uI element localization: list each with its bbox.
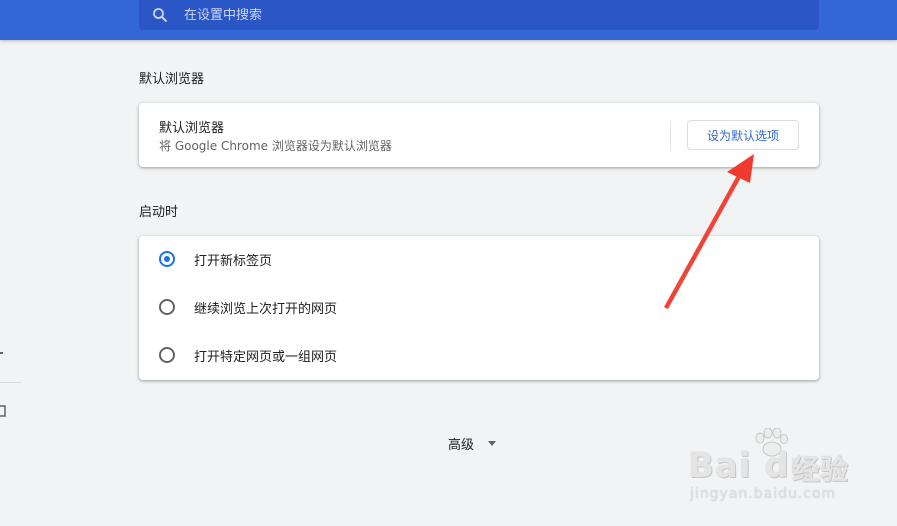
default-browser-card: 默认浏览器 将 Google Chrome 浏览器设为默认浏览器 设为默认选项 <box>139 103 819 167</box>
card-separator <box>670 121 671 151</box>
radio-button-checked[interactable] <box>159 251 175 267</box>
startup-option-specific-pages[interactable]: 打开特定网页或一组网页 <box>159 343 337 367</box>
top-bar <box>0 0 897 40</box>
default-browser-description: 将 Google Chrome 浏览器设为默认浏览器 <box>159 139 392 153</box>
radio-label: 继续浏览上次打开的网页 <box>194 301 338 317</box>
make-default-button[interactable]: 设为默认选项 <box>687 120 799 150</box>
startup-card: 打开新标签页 继续浏览上次打开的网页 打开特定网页或一组网页 <box>139 236 819 380</box>
radio-button[interactable] <box>159 299 175 315</box>
default-browser-title: 默认浏览器 <box>159 121 225 136</box>
baidu-watermark: Bai du 经验 jingyan.baidu.com <box>688 428 850 508</box>
watermark-url: jingyan.baidu.com <box>690 486 837 502</box>
startup-option-new-tab[interactable]: 打开新标签页 <box>159 247 272 271</box>
open-in-new-icon[interactable] <box>0 405 6 417</box>
startup-option-continue[interactable]: 继续浏览上次打开的网页 <box>159 295 337 319</box>
advanced-label: 高级 <box>448 438 475 453</box>
search-icon[interactable] <box>152 7 168 23</box>
radio-button[interactable] <box>159 347 175 363</box>
search-box[interactable] <box>139 0 819 30</box>
sidebar-divider <box>0 382 22 383</box>
watermark-cn: 经验 <box>792 453 849 486</box>
advanced-toggle[interactable]: 高级 <box>448 434 497 453</box>
default-browser-section-title: 默认浏览器 <box>139 72 205 87</box>
radio-label: 打开特定网页或一组网页 <box>194 349 338 365</box>
radio-label: 打开新标签页 <box>194 253 273 269</box>
caret-down-icon <box>488 441 497 446</box>
startup-section-title: 启动时 <box>139 205 179 220</box>
search-input[interactable] <box>184 7 744 23</box>
sidebar-fragment <box>0 352 3 354</box>
